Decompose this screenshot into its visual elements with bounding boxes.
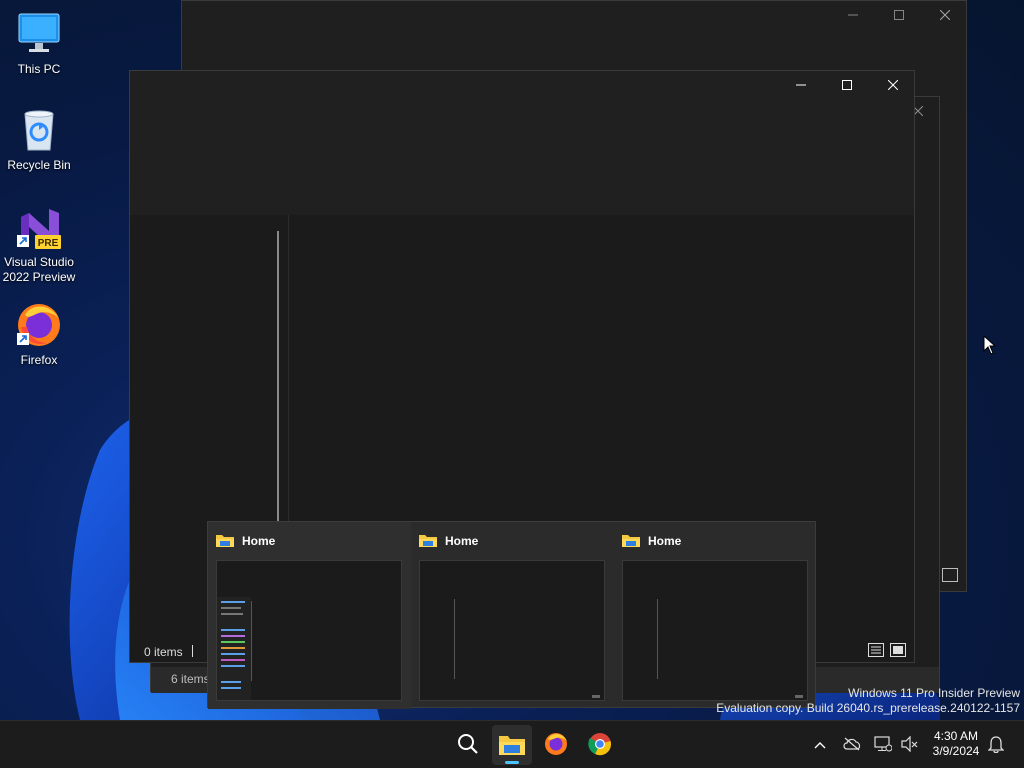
- desktop-icon-visual-studio[interactable]: PRE Visual Studio 2022 Preview: [0, 203, 78, 285]
- minimize-icon: [848, 9, 858, 23]
- maximize-icon: [894, 9, 904, 23]
- clock-time: 4:30 AM: [933, 729, 979, 743]
- chevron-up-icon: [814, 738, 826, 752]
- chrome-icon: [588, 732, 612, 759]
- watermark-line-2: Evaluation copy. Build 26040.rs_prerelea…: [716, 701, 1020, 715]
- status-item-count: 0 items: [144, 645, 183, 659]
- thumbnail-title: Home: [648, 534, 682, 548]
- minimize-icon: [796, 79, 806, 93]
- desktop-icon-label: Recycle Bin: [7, 158, 71, 172]
- search-icon: [457, 733, 479, 758]
- status-separator: [192, 645, 193, 657]
- thumbnail-title: Home: [242, 534, 276, 548]
- desktop-icon-label: Firefox: [20, 353, 58, 367]
- desktop-icon-label: This PC: [17, 62, 61, 76]
- recycle-bin-icon: [15, 106, 63, 154]
- thumbnail-window-3[interactable]: Home: [614, 522, 817, 709]
- navigation-pane-scrollbar[interactable]: [277, 231, 279, 531]
- monitor-icon: [15, 10, 63, 58]
- firefox-icon: [544, 732, 568, 759]
- pre-badge-text: PRE: [38, 238, 59, 249]
- thumbnail-preview: [216, 560, 402, 701]
- firefox-icon: [15, 301, 63, 349]
- minimize-button[interactable]: [830, 1, 876, 31]
- active-app-indicator: [505, 761, 519, 764]
- clock-button[interactable]: 4:30 AM 3/9/2024: [926, 729, 986, 759]
- onedrive-tray-button[interactable]: [842, 735, 862, 755]
- network-icon: [874, 735, 893, 755]
- notification-center-button[interactable]: [986, 735, 1006, 755]
- onedrive-icon: [843, 737, 861, 754]
- desktop-icon-firefox[interactable]: Firefox: [0, 301, 78, 368]
- thumbnail-title: Home: [445, 534, 479, 548]
- details-view-icon[interactable]: [868, 643, 884, 660]
- desktop-icon-label: Visual Studio 2022 Preview: [2, 255, 76, 284]
- large-icons-view-icon[interactable]: [890, 643, 906, 660]
- volume-muted-icon: [900, 735, 918, 755]
- desktop-icon-this-pc[interactable]: This PC: [0, 10, 78, 77]
- maximize-button[interactable]: [824, 71, 870, 101]
- taskbar-chrome-button[interactable]: [580, 725, 620, 765]
- folder-icon: [622, 533, 640, 550]
- volume-tray-button[interactable]: [899, 735, 919, 755]
- close-button[interactable]: [870, 71, 916, 101]
- thumbnail-window-2[interactable]: Home: [411, 522, 614, 709]
- desktop-icon-recycle-bin[interactable]: Recycle Bin: [0, 106, 78, 173]
- visual-studio-preview-icon: PRE: [15, 203, 63, 251]
- thumbnail-window-1[interactable]: Home: [208, 522, 411, 709]
- taskbar-firefox-button[interactable]: [536, 725, 576, 765]
- close-button[interactable]: [922, 1, 968, 31]
- thumbnail-preview: [419, 560, 605, 701]
- thumbnail-preview: [622, 560, 808, 701]
- mouse-cursor-icon: [983, 334, 997, 358]
- taskbar-file-explorer-button[interactable]: [492, 725, 532, 765]
- status-item-count: 6 items: [171, 672, 210, 686]
- notification-bell-icon: [987, 735, 1005, 756]
- taskbar-thumbnail-flyout: Home Home Home: [207, 521, 817, 709]
- folder-icon: [419, 533, 437, 550]
- file-explorer-icon: [499, 733, 525, 758]
- clock-date: 3/9/2024: [932, 744, 980, 758]
- close-icon: [887, 79, 899, 93]
- taskbar: 4:30 AM 3/9/2024: [0, 720, 1024, 768]
- show-hidden-icons-button[interactable]: [810, 735, 830, 755]
- maximize-button[interactable]: [876, 1, 922, 31]
- network-tray-button[interactable]: [873, 735, 893, 755]
- minimize-button[interactable]: [778, 71, 824, 101]
- taskbar-search-button[interactable]: [448, 725, 488, 765]
- watermark-line-1: Windows 11 Pro Insider Preview: [848, 686, 1020, 700]
- folder-icon: [216, 533, 234, 550]
- close-icon: [939, 9, 951, 23]
- details-view-icon[interactable]: [942, 568, 958, 582]
- maximize-icon: [842, 79, 852, 93]
